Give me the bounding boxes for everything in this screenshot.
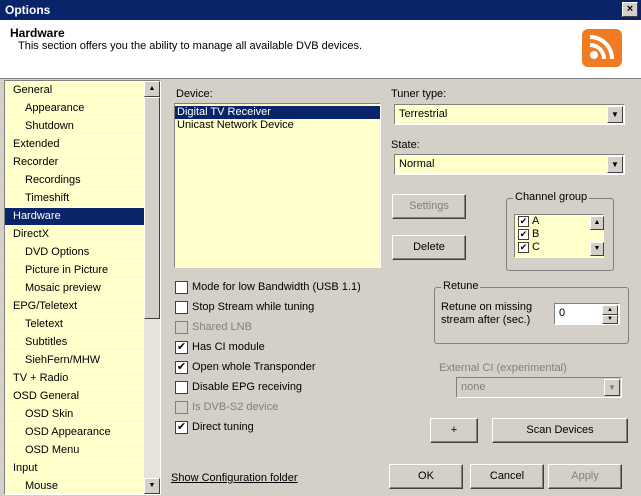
spin-up-icon[interactable]: ▲ — [602, 305, 618, 315]
channel-group: Channel group ✔ A ✔ B ✔ C ▲ ▼ — [506, 191, 614, 271]
nav-item[interactable]: TV + Radio — [5, 370, 145, 388]
nav-item[interactable]: Input — [5, 460, 145, 478]
nav-item[interactable]: Recordings — [5, 172, 145, 190]
state-value: Normal — [399, 158, 435, 170]
nav-item[interactable]: Recorder — [5, 154, 145, 172]
ok-button[interactable]: OK — [389, 464, 463, 489]
retune-seconds-input[interactable]: 0 ▲ ▼ — [554, 303, 620, 325]
device-list-item[interactable]: Digital TV Receiver — [175, 106, 380, 119]
channel-group-label: C — [532, 241, 540, 253]
chevron-down-icon[interactable]: ▼ — [607, 106, 623, 123]
nav-item[interactable]: Shutdown — [5, 118, 145, 136]
nav-item[interactable]: Timeshift — [5, 190, 145, 208]
channel-group-label: A — [532, 215, 540, 227]
nav-item[interactable]: Picture in Picture — [5, 262, 145, 280]
scroll-thumb[interactable] — [144, 97, 160, 319]
nav-item[interactable]: OSD General — [5, 388, 145, 406]
external-ci-select[interactable]: none ▼ — [456, 377, 622, 398]
scroll-down-icon[interactable]: ▼ — [144, 478, 160, 494]
checkbox[interactable] — [175, 301, 188, 314]
tuner-type-select[interactable]: Terrestrial ▼ — [394, 104, 625, 125]
nav-item[interactable]: General — [5, 82, 145, 100]
tuner-type-label: Tuner type: — [391, 88, 447, 100]
retune-title: Retune — [441, 280, 481, 292]
add-button[interactable]: + — [430, 418, 478, 443]
external-ci-value: none — [461, 381, 486, 393]
checkbox — [175, 321, 188, 334]
checkbox[interactable] — [175, 281, 188, 294]
nav-item[interactable]: Mouse — [5, 478, 145, 494]
nav-item[interactable]: Mosaic preview — [5, 280, 145, 298]
section-header: Hardware This section offers you the abi… — [0, 20, 641, 79]
scroll-up-icon[interactable]: ▲ — [144, 81, 160, 97]
state-select[interactable]: Normal ▼ — [394, 154, 625, 175]
checkbox[interactable]: ✔ — [518, 229, 529, 240]
nav-item[interactable]: OSD Menu — [5, 442, 145, 460]
checkbox[interactable]: ✔ — [518, 216, 529, 227]
nav-item[interactable]: EPG/Teletext — [5, 298, 145, 316]
scroll-up-icon[interactable]: ▲ — [590, 216, 604, 230]
section-description: This section offers you the ability to m… — [18, 40, 363, 52]
scan-devices-button[interactable]: Scan Devices — [492, 418, 628, 443]
nav-item[interactable]: OSD Appearance — [5, 424, 145, 442]
channel-group-label: B — [532, 228, 540, 240]
cancel-button[interactable]: Cancel — [470, 464, 544, 489]
retune-group: Retune Retune on missing stream after (s… — [434, 280, 629, 344]
option-label: Has CI module — [192, 341, 265, 353]
close-button[interactable]: × — [622, 2, 638, 17]
device-list-item[interactable]: Unicast Network Device — [175, 119, 380, 132]
retune-label-line1: Retune on missing — [441, 301, 533, 313]
title-bar: Options × — [0, 0, 641, 20]
rss-icon — [582, 29, 622, 67]
nav-item[interactable]: Hardware — [5, 208, 145, 226]
nav-scrollbar[interactable]: ▲ ▼ — [144, 81, 160, 494]
nav-item[interactable]: Extended — [5, 136, 145, 154]
checkbox[interactable]: ✔ — [175, 361, 188, 374]
checkbox[interactable]: ✔ — [175, 421, 188, 434]
settings-nav-tree[interactable]: General Appearance Shutdown Extended Recorde… — [4, 80, 161, 495]
retune-label-line2: stream after (sec.) — [441, 314, 531, 326]
device-label: Device: — [176, 88, 213, 100]
apply-button[interactable]: Apply — [548, 464, 622, 489]
retune-seconds-value: 0 — [559, 307, 566, 319]
option-label: Stop Stream while tuning — [192, 301, 315, 313]
nav-item[interactable]: OSD Skin — [5, 406, 145, 424]
scroll-down-icon[interactable]: ▼ — [590, 242, 604, 256]
nav-item[interactable]: Teletext — [5, 316, 145, 334]
option-label: Is DVB-S2 device — [192, 401, 279, 413]
option-label: Open whole Transponder — [192, 361, 316, 373]
checkbox[interactable]: ✔ — [518, 242, 529, 253]
option-label: Direct tuning — [192, 421, 254, 433]
chevron-down-icon: ▼ — [604, 379, 620, 396]
option-label: Shared LNB — [192, 321, 252, 333]
option-label: Mode for low Bandwidth (USB 1.1) — [192, 281, 361, 293]
nav-item[interactable]: DirectX — [5, 226, 145, 244]
external-ci-label: External CI (experimental) — [439, 362, 567, 374]
nav-item[interactable]: SiehFern/MHW — [5, 352, 145, 370]
channel-group-title: Channel group — [513, 191, 590, 203]
checkbox — [175, 401, 188, 414]
show-config-folder-link[interactable]: Show Configuration folder — [171, 472, 298, 484]
checkbox[interactable] — [175, 381, 188, 394]
tuner-type-value: Terrestrial — [399, 108, 448, 120]
section-title: Hardware — [10, 26, 65, 40]
checkbox[interactable]: ✔ — [175, 341, 188, 354]
nav-item[interactable]: Appearance — [5, 100, 145, 118]
device-list[interactable]: Digital TV Receiver Unicast Network Devic… — [174, 103, 381, 268]
window-title: Options — [5, 3, 51, 17]
spin-down-icon[interactable]: ▼ — [602, 315, 618, 324]
option-label: Disable EPG receiving — [192, 381, 303, 393]
nav-item[interactable]: Subtitles — [5, 334, 145, 352]
hardware-panel: Device: Digital TV Receiver Unicast Netwo… — [163, 80, 636, 493]
chevron-down-icon[interactable]: ▼ — [607, 156, 623, 173]
state-label: State: — [391, 139, 420, 151]
settings-button[interactable]: Settings — [392, 194, 466, 219]
nav-item[interactable]: DVD Options — [5, 244, 145, 262]
delete-button[interactable]: Delete — [392, 235, 466, 260]
